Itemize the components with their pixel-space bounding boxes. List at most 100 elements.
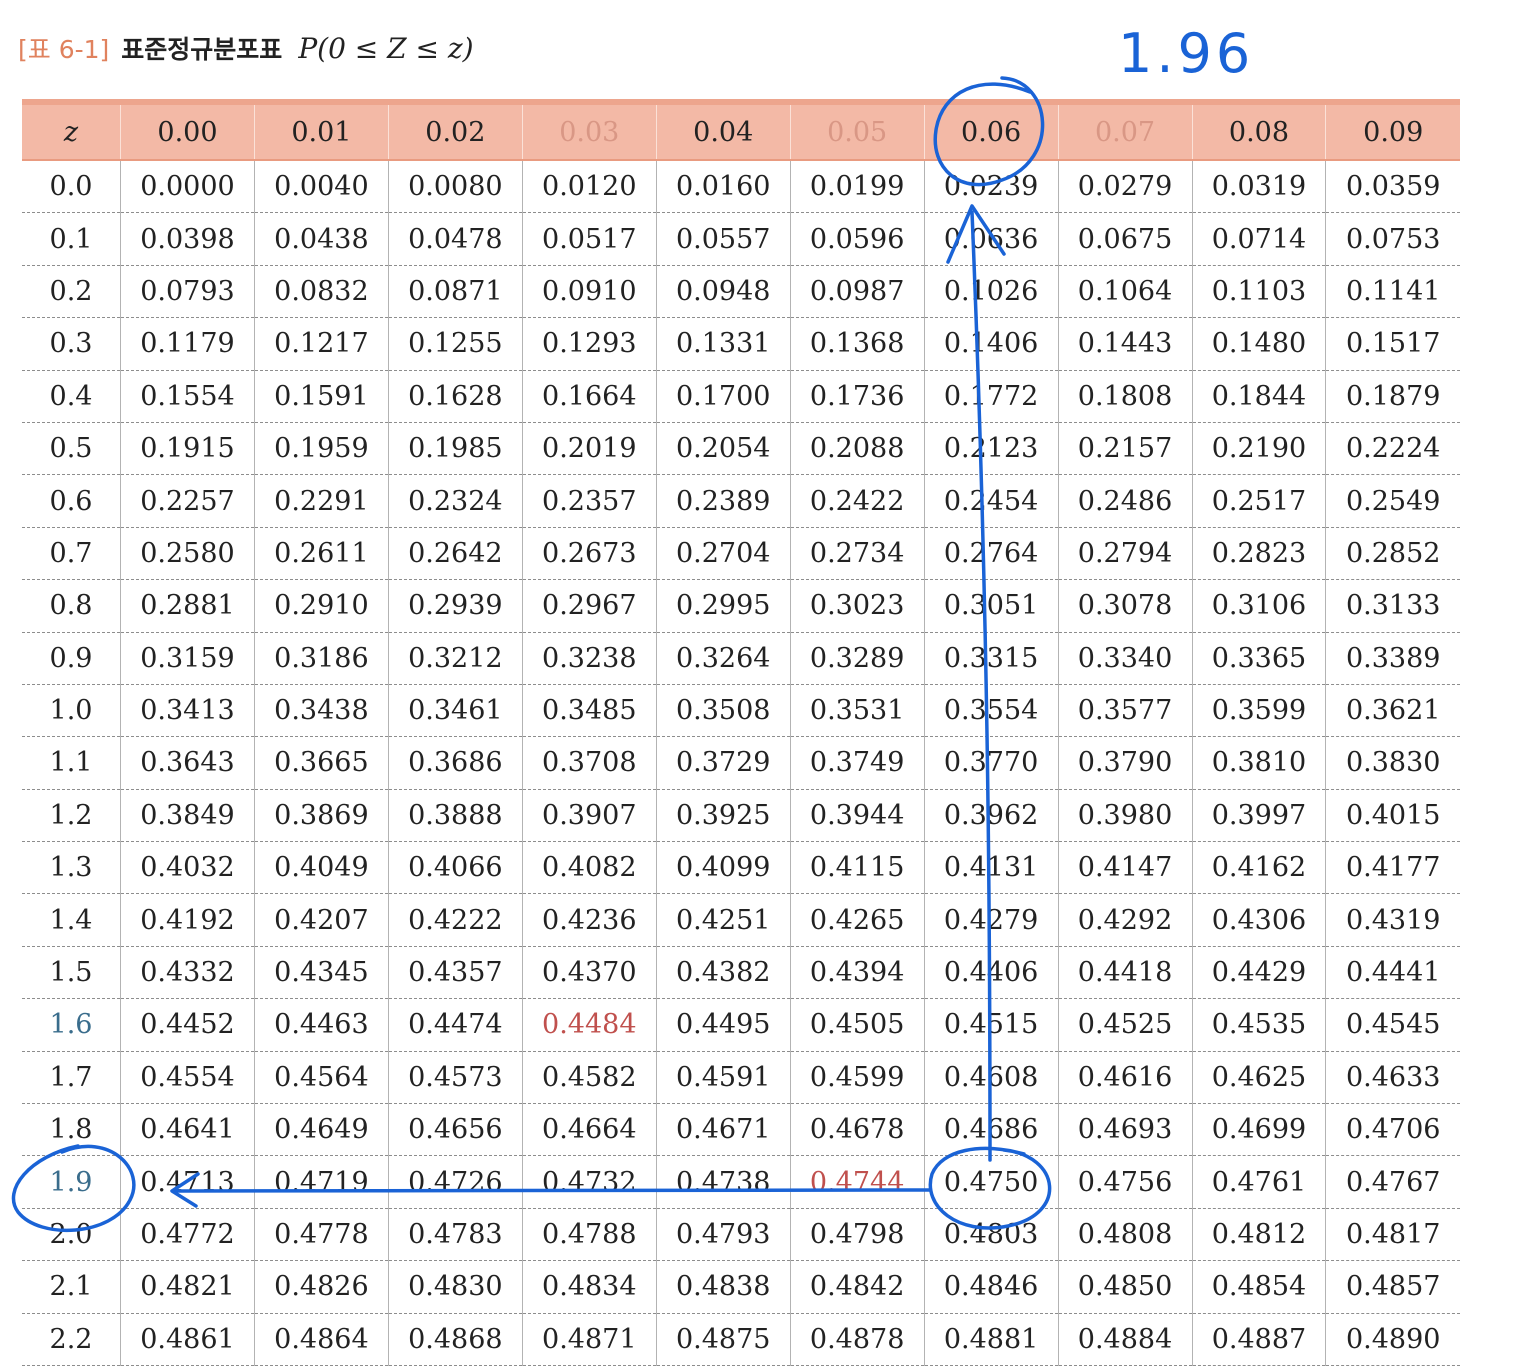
table-cell: 0.4236: [521, 893, 657, 947]
table-cell: 0.4573: [387, 1051, 523, 1105]
caption-label: [표 6-1]: [18, 35, 110, 64]
table-cell: 0.3159: [120, 632, 255, 685]
table-cell: 0.4545: [1325, 998, 1460, 1052]
table-cell: 0.3133: [1325, 579, 1460, 633]
table-cell: 0.4878: [789, 1313, 925, 1366]
table-cell: 0.4778: [253, 1208, 389, 1262]
table-cell: 0.4066: [387, 841, 523, 895]
table-cell: 0.3980: [1057, 789, 1192, 843]
table-row: 2.0 0.4772 0.4778 0.4783 0.4788 0.4793 0.4798 0…: [22, 1208, 1460, 1262]
table-cell: 0.2939: [387, 579, 523, 633]
table-cell: 0.4357: [387, 946, 523, 1000]
table-row: 1.4 0.4192 0.4207 0.4222 0.4236 0.4251 0.4265 0…: [22, 893, 1460, 947]
table-cell: 0.1064: [1057, 265, 1192, 319]
table-cell: 0.0987: [789, 265, 925, 319]
table-cell: 0.4664: [521, 1103, 657, 1157]
table-cell: 0.4881: [923, 1313, 1059, 1366]
table-cell: 0.3238: [521, 632, 657, 685]
table-cell: 0.4846: [923, 1260, 1059, 1314]
table-cell: 0.4495: [655, 998, 791, 1052]
table-cell: 0.2123: [923, 422, 1059, 476]
table-cell: 0.4693: [1057, 1103, 1192, 1157]
table-cell: 0.2704: [655, 527, 791, 581]
table-cell: 0.4803: [923, 1208, 1059, 1262]
table-cell: 0.1217: [253, 317, 389, 371]
table-cell: 0.1480: [1191, 317, 1326, 371]
table-cell: 0.2823: [1191, 527, 1326, 581]
table-cell: 0.3925: [655, 789, 791, 843]
table-cell: 0.2764: [923, 527, 1059, 581]
table-cell: 0.3790: [1057, 736, 1192, 790]
table-cell: 0.3051: [923, 579, 1059, 633]
table-cell: 0.3365: [1191, 632, 1326, 685]
table-cell: 0.1985: [387, 422, 523, 476]
table-cell: 0.4082: [521, 841, 657, 895]
table-cell: 0.1591: [253, 370, 389, 423]
row-label: 0.9: [22, 632, 121, 685]
table-cell: 0.0714: [1191, 212, 1326, 266]
table-cell: 0.0398: [120, 212, 255, 266]
table-cell: 0.4484: [521, 998, 657, 1052]
table-cell: 0.4441: [1325, 946, 1460, 1000]
table-cell: 0.4032: [120, 841, 255, 895]
table-cell: 0.0478: [387, 212, 523, 266]
table-cell: 0.3315: [923, 632, 1059, 685]
table-row: 1.9 0.4713 0.4719 0.4726 0.4732 0.4738 0.4744 0…: [22, 1155, 1460, 1209]
table-cell: 0.3106: [1191, 579, 1326, 633]
header-col: 0.02: [387, 99, 523, 161]
table-cell: 0.2088: [789, 422, 925, 476]
table-cell: 0.4817: [1325, 1208, 1460, 1262]
table-cell: 0.1141: [1325, 265, 1460, 319]
table-cell: 0.3577: [1057, 684, 1192, 738]
table-cell: 0.4131: [923, 841, 1059, 895]
table-cell: 0.4857: [1325, 1260, 1460, 1314]
table-cell: 0.1844: [1191, 370, 1326, 423]
table-cell: 0.4861: [120, 1313, 255, 1366]
table-cell: 0.2157: [1057, 422, 1192, 476]
table-row: 0.7 0.2580 0.2611 0.2642 0.2673 0.2704 0.2734 0…: [22, 527, 1460, 581]
table-cell: 0.3997: [1191, 789, 1326, 843]
caption-title: 표준정규분포표: [121, 35, 283, 64]
table-cell: 0.3830: [1325, 736, 1460, 790]
table-cell: 0.4887: [1191, 1313, 1326, 1366]
table-cell: 0.0279: [1057, 160, 1192, 214]
row-label: 1.1: [22, 736, 121, 790]
table-cell: 0.0319: [1191, 160, 1326, 214]
row-label: 0.4: [22, 370, 121, 423]
table-cell: 0.3264: [655, 632, 791, 685]
table-cell: 0.4345: [253, 946, 389, 1000]
table-cell: 0.4686: [923, 1103, 1059, 1157]
table-cell: 0.4406: [923, 946, 1059, 1000]
table-cell: 0.4884: [1057, 1313, 1192, 1366]
table-cell: 0.4535: [1191, 998, 1326, 1052]
table-cell: 0.3186: [253, 632, 389, 685]
table-cell: 0.3531: [789, 684, 925, 738]
table-cell: 0.0438: [253, 212, 389, 266]
row-label: 1.9: [22, 1155, 121, 1209]
table-cell: 0.4834: [521, 1260, 657, 1314]
table-cell: 0.1959: [253, 422, 389, 476]
table-cell: 0.3508: [655, 684, 791, 738]
table-cell: 0.4616: [1057, 1051, 1192, 1105]
table-row: 1.7 0.4554 0.4564 0.4573 0.4582 0.4591 0.4599 0…: [22, 1051, 1460, 1105]
table-cell: 0.4394: [789, 946, 925, 1000]
table-cell: 0.4115: [789, 841, 925, 895]
row-label: 2.2: [22, 1313, 121, 1366]
table-cell: 0.4582: [521, 1051, 657, 1105]
table-cell: 0.4554: [120, 1051, 255, 1105]
table-cell: 0.2517: [1191, 474, 1326, 528]
table-cell: 0.4382: [655, 946, 791, 1000]
table-cell: 0.4871: [521, 1313, 657, 1366]
table-cell: 0.4793: [655, 1208, 791, 1262]
table-cell: 0.1255: [387, 317, 523, 371]
table-row: 0.4 0.1554 0.1591 0.1628 0.1664 0.1700 0.1736 0…: [22, 370, 1460, 423]
table-cell: 0.4854: [1191, 1260, 1326, 1314]
table-cell: 0.0160: [655, 160, 791, 214]
table-cell: 0.2422: [789, 474, 925, 528]
row-label: 2.0: [22, 1208, 121, 1262]
table-cell: 0.4821: [120, 1260, 255, 1314]
row-label: 1.8: [22, 1103, 121, 1157]
table-cell: 0.0199: [789, 160, 925, 214]
table-cell: 0.3289: [789, 632, 925, 685]
header-row: z 0.00 0.01 0.02 0.03 0.04 0.05 0.06 0.07 0.08 0.0…: [22, 99, 1460, 161]
